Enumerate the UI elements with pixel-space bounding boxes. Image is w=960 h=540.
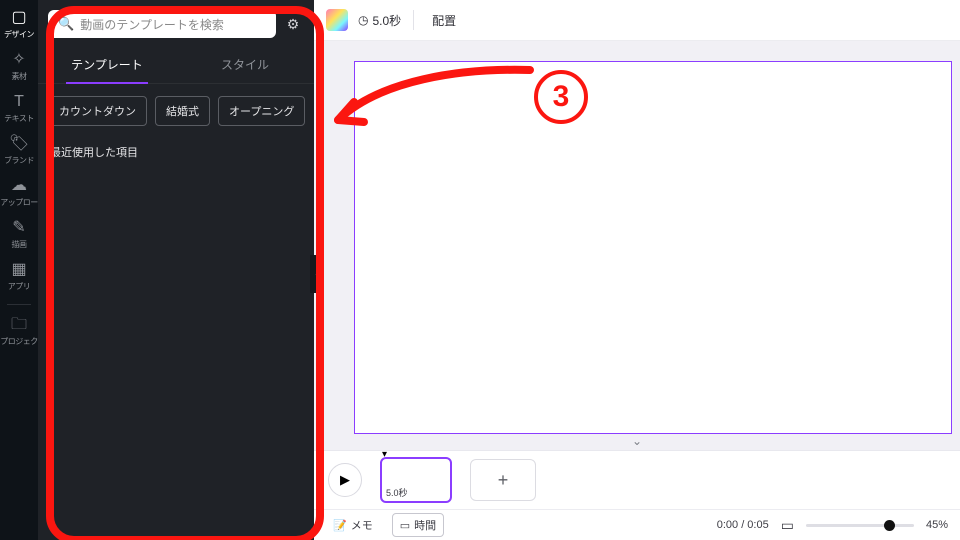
recent-heading: 最近使用した項目 xyxy=(38,130,314,160)
time-mode-label: 時間 xyxy=(414,517,436,533)
chip-countdown[interactable]: カウントダウン xyxy=(48,96,147,126)
design-icon: ▢ xyxy=(11,10,26,26)
chip-wedding[interactable]: 結婚式 xyxy=(155,96,210,126)
footer-bar: 📝 メモ ▭ 時間 0:00 / 0:05 ▭ 45% xyxy=(314,509,960,540)
rail-projects[interactable]: 🗀 プロジェク xyxy=(0,311,38,353)
search-input[interactable]: 🔍 動画のテンプレートを検索 xyxy=(48,10,276,38)
rail-elements[interactable]: ✧ 素材 xyxy=(0,46,38,88)
notes-label: メモ xyxy=(351,517,373,533)
divider xyxy=(7,304,31,305)
notes-button[interactable]: 📝 メモ xyxy=(326,514,380,536)
canvas[interactable] xyxy=(354,61,952,434)
rail-label: ブランド xyxy=(4,155,34,166)
rail-uploads[interactable]: ☁ アップロー xyxy=(0,172,38,214)
duration-control[interactable]: ◷ 5.0秒 xyxy=(358,12,401,29)
chip-opening[interactable]: オープニング xyxy=(218,96,305,126)
view-grid-icon[interactable]: ▭ xyxy=(781,517,794,534)
settings-icon[interactable]: ⚙ xyxy=(282,13,304,35)
playhead-time: 0:00 / 0:05 xyxy=(717,519,769,531)
clip-duration: 5.0秒 xyxy=(386,486,408,499)
animation-thumbnail[interactable] xyxy=(326,9,348,31)
rail-text[interactable]: T テキスト xyxy=(0,88,38,130)
panel-tabs: テンプレート スタイル xyxy=(38,46,314,84)
rail-label: アップロー xyxy=(0,197,38,208)
rail-label: テキスト xyxy=(4,113,34,124)
brand-icon: 🏷 xyxy=(9,136,29,152)
suggestion-chips: カウントダウン 結婚式 オープニング › xyxy=(38,84,314,130)
notes-icon: 📝 xyxy=(333,519,347,532)
page-expand-icon[interactable]: ⌄ xyxy=(632,434,642,448)
search-placeholder: 動画のテンプレートを検索 xyxy=(80,16,224,33)
upload-icon: ☁ xyxy=(11,178,27,194)
canvas-area: ⌄ xyxy=(314,41,960,450)
separator xyxy=(413,10,414,30)
timeline: ▶ ▾ 5.0秒 + xyxy=(314,450,960,509)
editor-area: ◷ 5.0秒 配置 ⌄ ▶ ▾ 5.0秒 + 📝 メモ ▭ xyxy=(314,0,960,540)
apps-icon: ▦ xyxy=(11,262,26,278)
zoom-slider[interactable] xyxy=(806,524,914,527)
add-clip-button[interactable]: + xyxy=(470,459,536,501)
rail-label: アプリ xyxy=(8,281,31,292)
tab-templates[interactable]: テンプレート xyxy=(38,46,176,83)
film-icon: ▭ xyxy=(400,519,410,532)
elements-icon: ✧ xyxy=(12,52,25,68)
rail-brand[interactable]: 🏷 ブランド xyxy=(0,130,38,172)
zoom-knob[interactable] xyxy=(884,520,895,531)
rail-label: デザイン xyxy=(4,29,34,40)
play-button[interactable]: ▶ xyxy=(328,463,362,497)
search-icon: 🔍 xyxy=(58,16,74,32)
timeline-clip[interactable]: ▾ 5.0秒 xyxy=(380,457,452,503)
zoom-value: 45% xyxy=(926,519,948,531)
draw-icon: ✎ xyxy=(12,220,25,236)
rail-apps[interactable]: ▦ アプリ xyxy=(0,256,38,298)
editor-toolbar: ◷ 5.0秒 配置 xyxy=(314,0,960,41)
duration-value: 5.0秒 xyxy=(372,12,401,29)
text-icon: T xyxy=(14,94,24,110)
rail-label: 素材 xyxy=(12,71,27,82)
clock-icon: ◷ xyxy=(358,13,368,27)
arrange-button[interactable]: 配置 xyxy=(426,8,462,33)
nav-rail: ▢ デザイン ✧ 素材 T テキスト 🏷 ブランド ☁ アップロー ✎ 描画 ▦… xyxy=(0,0,38,540)
folder-icon: 🗀 xyxy=(11,317,27,333)
rail-draw[interactable]: ✎ 描画 xyxy=(0,214,38,256)
tab-styles[interactable]: スタイル xyxy=(176,46,314,83)
playhead-marker-icon: ▾ xyxy=(382,449,387,460)
time-mode-button[interactable]: ▭ 時間 xyxy=(392,513,444,537)
side-panel: 🔍 動画のテンプレートを検索 ⚙ テンプレート スタイル カウントダウン 結婚式… xyxy=(38,0,314,540)
rail-label: 描画 xyxy=(12,239,27,250)
rail-design[interactable]: ▢ デザイン xyxy=(0,4,38,46)
rail-label: プロジェク xyxy=(0,336,38,347)
